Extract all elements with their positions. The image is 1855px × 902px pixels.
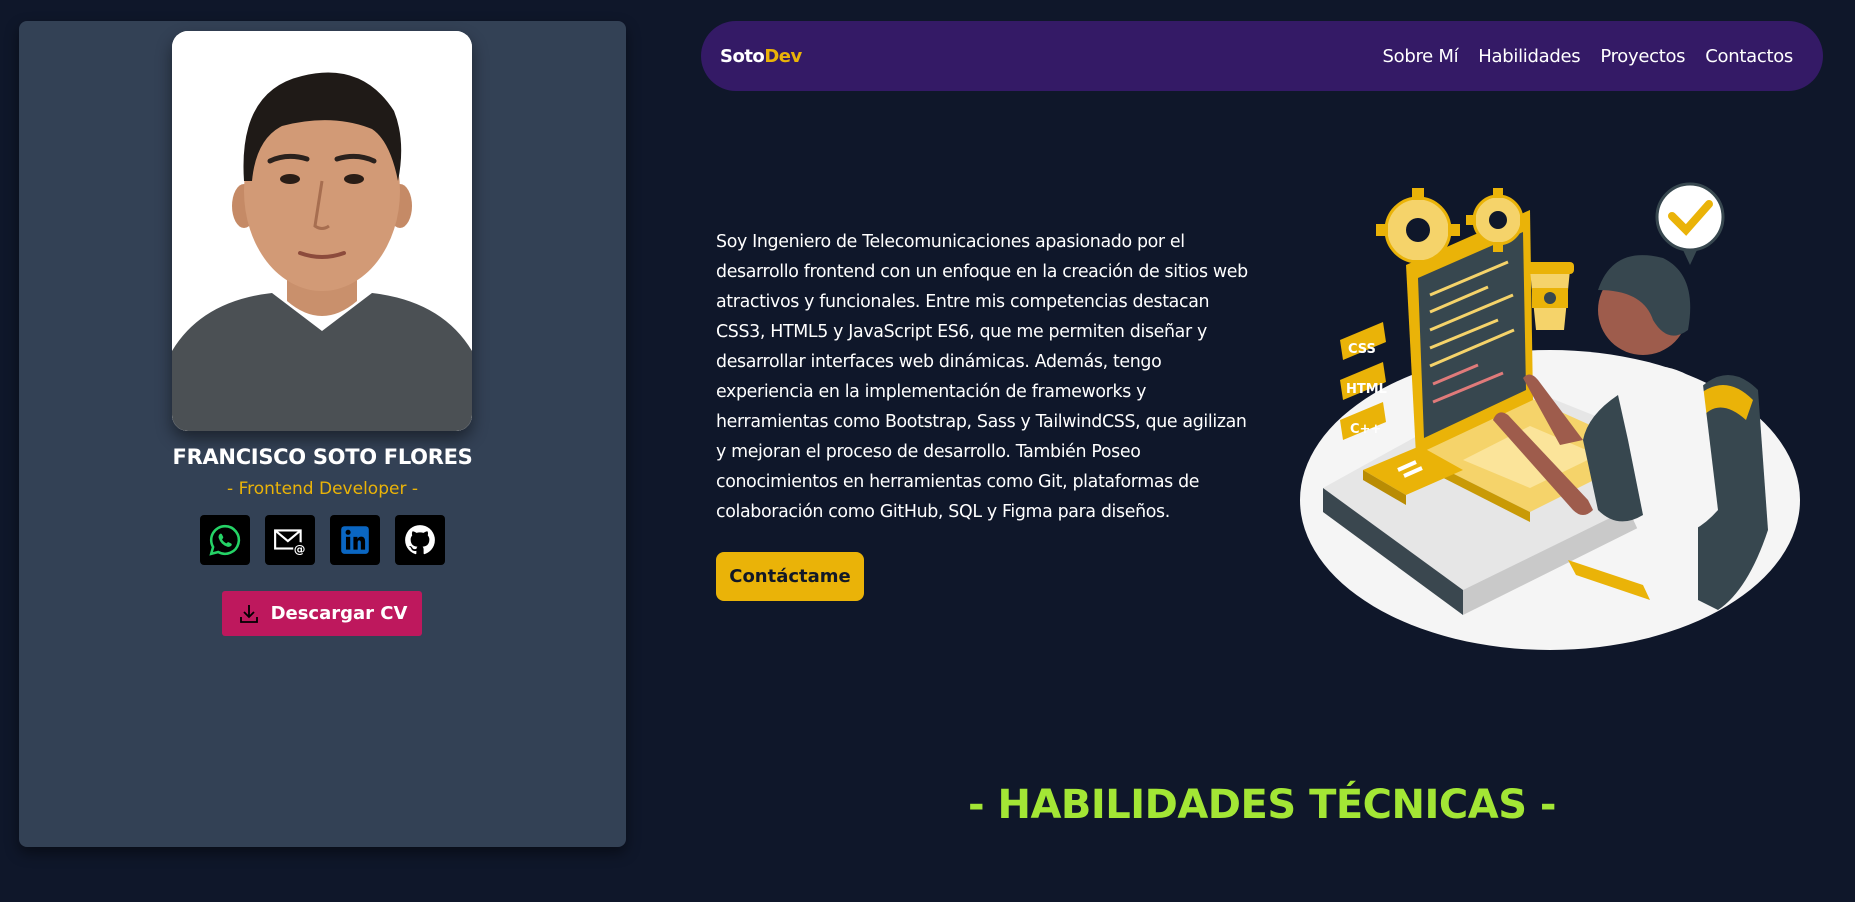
email-link[interactable]: @ [265, 515, 315, 565]
nav-link-proyectos[interactable]: Proyectos [1600, 46, 1685, 67]
email-icon: @ [274, 529, 306, 556]
linkedin-icon [341, 526, 369, 554]
download-cv-button[interactable]: Descargar CV [222, 591, 422, 636]
social-links: @ [200, 515, 445, 565]
whatsapp-icon [209, 524, 241, 556]
nav-link-habilidades[interactable]: Habilidades [1478, 46, 1580, 67]
whatsapp-link[interactable] [200, 515, 250, 565]
contact-button[interactable]: Contáctame [716, 552, 864, 601]
nav-link-contactos[interactable]: Contactos [1705, 46, 1793, 67]
github-link[interactable] [395, 515, 445, 565]
developer-illustration: CSS HTML C++ [1300, 182, 1800, 650]
skills-heading: - HABILIDADES TÉCNICAS - [967, 782, 1557, 828]
illustration-label-cpp: C++ [1350, 422, 1381, 437]
svg-text:@: @ [294, 542, 306, 556]
site-logo[interactable]: SotoDev [720, 46, 802, 67]
github-icon [405, 525, 435, 555]
profile-photo-image [172, 31, 472, 431]
linkedin-link[interactable] [330, 515, 380, 565]
profile-photo [172, 31, 472, 431]
logo-text-primary: Soto [720, 45, 765, 67]
profile-name: FRANCISCO SOTO FLORES [172, 445, 473, 469]
nav-links: Sobre Mí Habilidades Proyectos Contactos [1383, 46, 1794, 67]
nav-link-sobre-mi[interactable]: Sobre Mí [1383, 46, 1459, 67]
profile-role: - Frontend Developer - [227, 479, 418, 499]
illustration-label-css: CSS [1348, 342, 1376, 357]
logo-text-accent: Dev [764, 45, 802, 67]
illustration-label-html: HTML [1346, 382, 1387, 397]
download-cv-label: Descargar CV [270, 603, 408, 624]
about-text: Soy Ingeniero de Telecomunicaciones apas… [716, 232, 1248, 522]
profile-card: FRANCISCO SOTO FLORES - Frontend Develop… [19, 21, 626, 847]
navbar: SotoDev Sobre Mí Habilidades Proyectos C… [701, 21, 1823, 91]
download-icon [239, 604, 258, 623]
